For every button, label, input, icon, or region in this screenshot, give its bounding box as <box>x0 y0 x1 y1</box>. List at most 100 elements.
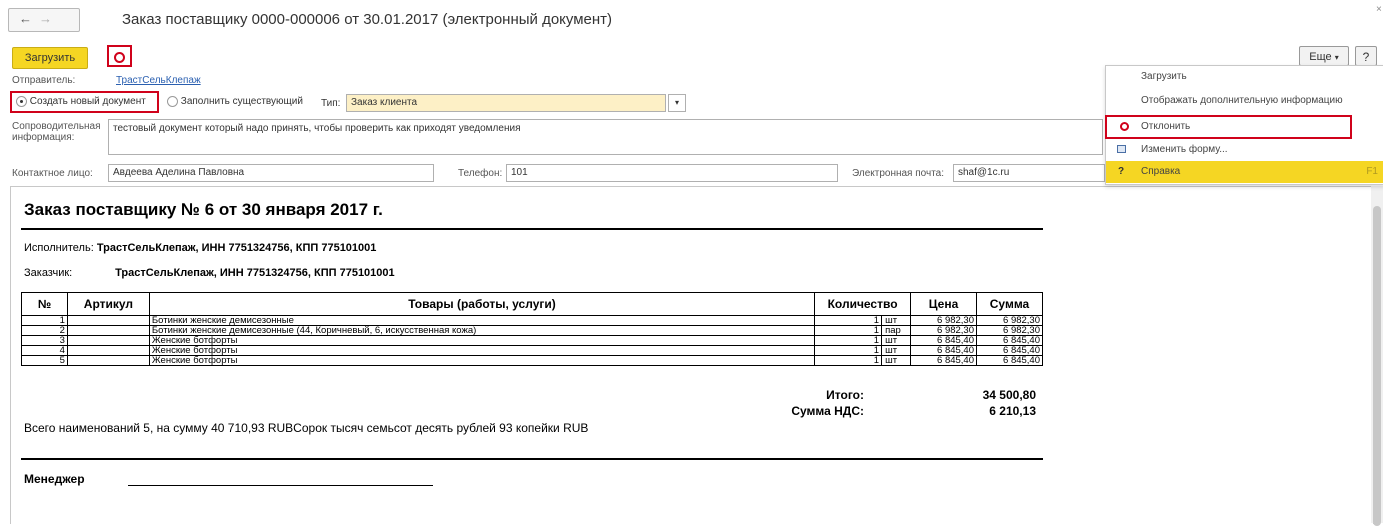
cell-sum: 6 982,30 <box>976 315 1043 326</box>
back-icon[interactable]: ← <box>19 11 32 26</box>
customer-row: Заказчик: ТрастСельКлепаж, ИНН 775132475… <box>24 267 395 279</box>
menu-item-change-form[interactable]: Изменить форму... <box>1106 139 1383 161</box>
menu-item-reject[interactable]: Отклонить <box>1105 115 1352 139</box>
table-row: 4 Женские ботфорты 1 шт 6 845,40 6 845,40 <box>21 345 1043 356</box>
type-dropdown-button[interactable]: ▾ <box>668 94 686 112</box>
cell-price: 6 845,40 <box>910 345 977 356</box>
type-field[interactable]: Заказ клиента <box>346 94 666 112</box>
menu-item-load[interactable]: Загрузить <box>1106 66 1383 88</box>
cell-name: Женские ботфорты <box>148 345 816 356</box>
fill-existing-label: Заполнить существующий <box>180 96 303 108</box>
cell-name: Ботинки женские демисезонные (44, Коричн… <box>148 325 816 336</box>
cell-quantity: 1 шт <box>814 315 912 326</box>
table-header-row: № Артикул Товары (работы, услуги) Количе… <box>21 292 1043 316</box>
table-row: 1 Ботинки женские демисезонные 1 шт 6 982… <box>21 315 1043 326</box>
cell-article <box>66 315 150 326</box>
col-header-price: Цена <box>910 292 977 316</box>
cell-number: 1 <box>21 315 68 326</box>
customer-value: ТрастСельКлепаж, ИНН 7751324756, КПП 775… <box>115 267 395 279</box>
create-new-label: Создать новый документ <box>29 96 146 108</box>
create-new-radio[interactable]: Создать новый документ <box>16 96 146 107</box>
cell-name: Женские ботфорты <box>148 335 816 346</box>
contact-field[interactable]: Авдеева Аделина Павловна <box>108 164 434 182</box>
cell-sum: 6 845,40 <box>976 345 1043 356</box>
radio-unselected-icon <box>167 96 178 107</box>
cell-name: Ботинки женские демисезонные <box>148 315 816 326</box>
load-button[interactable]: Загрузить <box>12 47 88 69</box>
cell-price: 6 845,40 <box>910 335 977 346</box>
cell-name: Женские ботфорты <box>148 355 816 366</box>
more-button[interactable]: Еще ▾ <box>1299 46 1349 66</box>
email-label: Электронная почта: <box>852 168 945 179</box>
cell-sum: 6 845,40 <box>976 335 1043 346</box>
chevron-down-icon: ▾ <box>674 98 679 107</box>
cell-number: 4 <box>21 345 68 356</box>
info-label: Сопроводительная информация: <box>12 121 101 143</box>
summary-text: Всего наименований 5, на сумму 40 710,93… <box>24 421 589 435</box>
divider <box>21 228 1043 230</box>
radio-selected-icon <box>16 96 27 107</box>
navigation-buttons: ← → <box>8 8 80 32</box>
col-header-number: № <box>21 292 68 316</box>
sender-link[interactable]: ТрастСельКлепаж <box>116 75 201 86</box>
signature-line <box>128 485 433 486</box>
chevron-down-icon: ▾ <box>1334 53 1339 62</box>
cell-quantity: 1 шт <box>814 345 912 356</box>
table-row: 2 Ботинки женские демисезонные (44, Кори… <box>21 325 1043 336</box>
help-icon: ? <box>1118 166 1125 177</box>
cell-quantity: 1 шт <box>814 355 912 366</box>
cell-number: 3 <box>21 335 68 346</box>
phone-field[interactable]: 101 <box>506 164 838 182</box>
cell-price: 6 982,30 <box>910 325 977 336</box>
items-table: № Артикул Товары (работы, услуги) Количе… <box>21 292 1043 366</box>
table-row: 3 Женские ботфорты 1 шт 6 845,40 6 845,40 <box>21 335 1043 346</box>
manager-label: Менеджер <box>24 472 85 486</box>
more-menu: Загрузить Отображать дополнительную инфо… <box>1105 65 1383 185</box>
cell-price: 6 845,40 <box>910 355 977 366</box>
forward-icon[interactable]: → <box>39 11 52 26</box>
reject-icon <box>1120 122 1129 131</box>
col-header-sum: Сумма <box>976 292 1043 316</box>
total-value: 34 500,80 <box>982 388 1036 402</box>
table-row: 5 Женские ботфорты 1 шт 6 845,40 6 845,40 <box>21 355 1043 366</box>
cell-article <box>66 355 150 366</box>
total-label: Итого: <box>826 388 864 402</box>
menu-item-show-additional-info[interactable]: Отображать дополнительную информацию <box>1106 90 1383 112</box>
cell-number: 2 <box>21 325 68 336</box>
reject-button[interactable] <box>107 45 132 67</box>
window-title: Заказ поставщику 0000-000006 от 30.01.20… <box>122 11 613 28</box>
cell-article <box>66 325 150 336</box>
menu-item-help[interactable]: ? Справка F1 <box>1106 161 1383 183</box>
cell-article <box>66 345 150 356</box>
cell-quantity: 1 пар <box>814 325 912 336</box>
reject-icon <box>114 52 125 63</box>
fill-existing-radio[interactable]: Заполнить существующий <box>167 96 303 107</box>
scrollbar-thumb[interactable] <box>1373 206 1381 526</box>
sender-label: Отправитель: <box>12 75 76 86</box>
cell-sum: 6 845,40 <box>976 355 1043 366</box>
type-label: Тип: <box>321 98 341 109</box>
divider <box>21 458 1043 460</box>
cell-price: 6 982,30 <box>910 315 977 326</box>
shortcut-hint: F1 <box>1366 166 1378 177</box>
cell-number: 5 <box>21 355 68 366</box>
phone-label: Телефон: <box>458 168 503 179</box>
form-settings-icon <box>1117 145 1126 153</box>
email-field[interactable]: shaf@1c.ru <box>953 164 1105 182</box>
vertical-scrollbar[interactable] <box>1371 186 1383 526</box>
vat-value: 6 210,13 <box>989 404 1036 418</box>
cell-article <box>66 335 150 346</box>
cell-quantity: 1 шт <box>814 335 912 346</box>
contact-label: Контактное лицо: <box>12 168 93 179</box>
executor-value: ТрастСельКлепаж, ИНН 7751324756, КПП 775… <box>96 242 377 254</box>
customer-label: Заказчик: <box>24 267 73 279</box>
cell-sum: 6 982,30 <box>976 325 1043 336</box>
executor-row: Исполнитель: ТрастСельКлепаж, ИНН 775132… <box>24 242 376 254</box>
vat-label: Сумма НДС: <box>791 404 864 418</box>
col-header-goods: Товары (работы, услуги) <box>148 292 816 316</box>
info-textarea[interactable]: тестовый документ который надо принять, … <box>108 119 1103 155</box>
executor-label: Исполнитель: <box>24 242 94 254</box>
close-icon[interactable]: × <box>1376 4 1382 15</box>
help-button[interactable]: ? <box>1355 46 1377 66</box>
col-header-article: Артикул <box>66 292 150 316</box>
